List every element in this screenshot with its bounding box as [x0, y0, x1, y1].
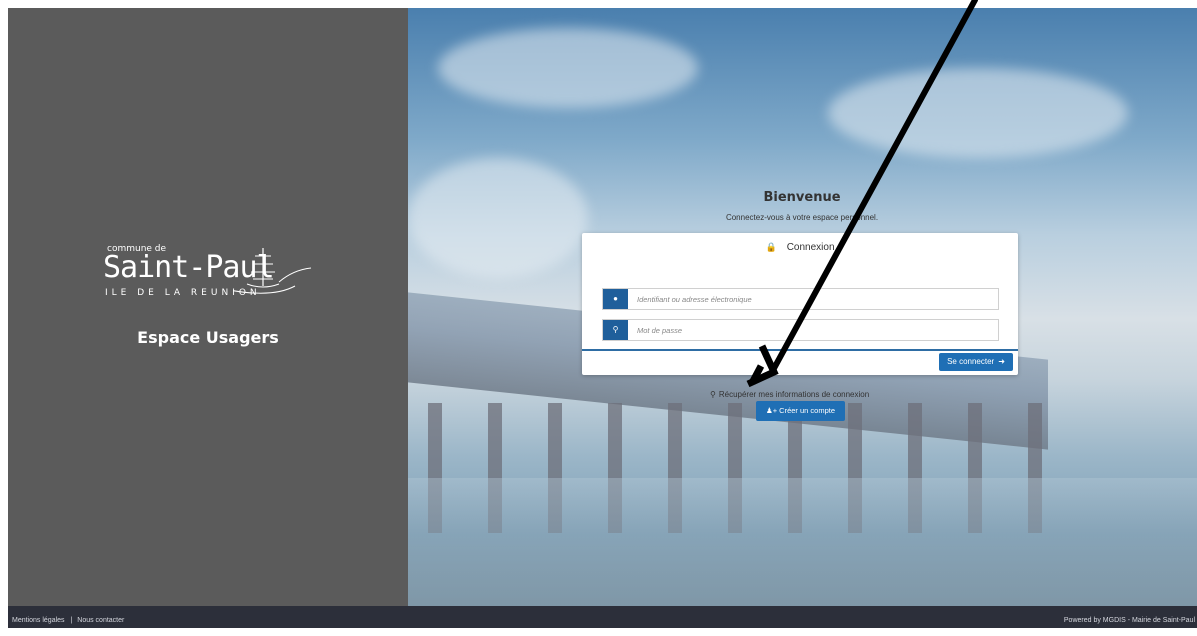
espace-usagers-title: Espace Usagers: [137, 328, 279, 347]
recover-credentials-link[interactable]: ⚲ Récupérer mes informations de connexion: [710, 390, 869, 399]
welcome-title: Bienvenue: [763, 190, 841, 205]
cloud: [408, 158, 588, 278]
key-icon: ⚲: [710, 390, 716, 399]
legal-link[interactable]: Mentions légales: [12, 617, 65, 624]
username-field[interactable]: ●: [602, 288, 999, 310]
contact-link[interactable]: Nous contacter: [77, 617, 124, 624]
ship-icon: [233, 248, 312, 294]
create-account-button[interactable]: ♟+ Créer un compte: [756, 401, 845, 421]
lock-icon: 🔒: [765, 242, 777, 252]
footer-links: Mentions légales | Nous contacter: [12, 606, 124, 636]
welcome-block: Bienvenue Connectez-vous à votre espace …: [587, 190, 1017, 222]
saint-paul-logo: commune de Saint-Paul ILE DE LA REUNION: [103, 244, 323, 314]
add-user-icon: ♟+: [765, 406, 778, 415]
login-button-label: Se connecter: [947, 357, 995, 366]
user-icon: ●: [603, 289, 628, 309]
welcome-subtitle: Connectez-vous à votre espace personnel.: [725, 213, 879, 222]
key-icon: ⚲: [603, 320, 628, 340]
password-input[interactable]: [635, 322, 994, 339]
create-account-label: Créer un compte: [779, 406, 836, 415]
login-button[interactable]: Se connecter ➜: [939, 353, 1013, 371]
sign-in-icon: ➜: [998, 357, 1005, 366]
cloud: [828, 68, 1128, 158]
footer: Mentions légales | Nous contacter Powere…: [8, 606, 1197, 628]
login-card: 🔒 Connexion ● ⚲ Se connecter➜: [582, 233, 1018, 375]
divider: [582, 349, 1018, 351]
login-header: 🔒 Connexion: [582, 233, 1018, 261]
cloud: [438, 28, 698, 108]
powered-by: Powered by MGDIS - Mairie de Saint-Paul: [1063, 617, 1195, 624]
password-field[interactable]: ⚲: [602, 319, 999, 341]
username-input[interactable]: [635, 291, 994, 308]
login-header-label: Connexion: [786, 242, 835, 253]
footer-separator: |: [70, 617, 73, 624]
sidebar: commune de Saint-Paul ILE DE LA REUNION …: [8, 8, 408, 606]
recover-label: Récupérer mes informations de connexion: [718, 390, 870, 399]
sea: [408, 478, 1197, 606]
